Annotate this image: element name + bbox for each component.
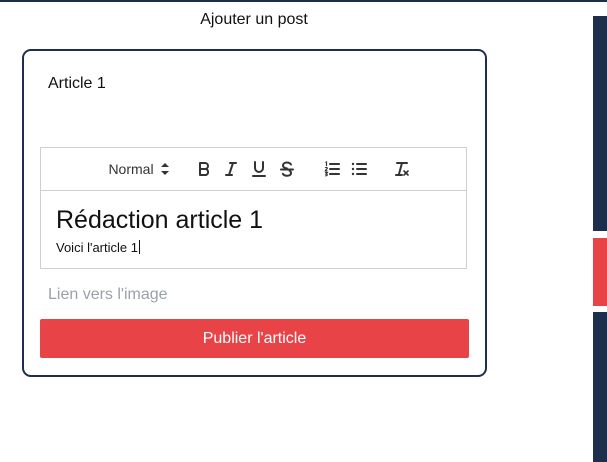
strike-icon	[280, 161, 294, 177]
post-form-card: Normal	[22, 49, 487, 377]
bold-icon	[199, 162, 210, 176]
underline-icon	[252, 161, 266, 177]
italic-icon	[225, 162, 237, 176]
editor-paragraph-text: Voici l'article 1	[56, 240, 138, 255]
header-format-label: Normal	[108, 161, 154, 177]
editor-heading[interactable]: Rédaction article 1	[56, 205, 451, 235]
bullet-list-button[interactable]	[348, 158, 370, 180]
clean-format-icon	[395, 162, 409, 176]
side-bar-segment-top	[593, 16, 607, 231]
text-caret	[138, 240, 140, 254]
image-link-input[interactable]	[48, 286, 448, 304]
page-title: Ajouter un post	[200, 11, 308, 28]
article-title-input[interactable]	[48, 75, 448, 93]
ordered-list-button[interactable]	[321, 158, 343, 180]
editor-paragraph[interactable]: Voici l'article 1	[56, 239, 451, 257]
page: Ajouter un post Normal	[0, 0, 607, 462]
strike-button[interactable]	[276, 158, 298, 180]
ordered-list-icon	[324, 161, 340, 177]
editor-toolbar: Normal	[41, 148, 466, 191]
publish-article-button[interactable]: Publier l'article	[40, 319, 469, 358]
updown-arrows-icon	[160, 163, 169, 175]
header-format-select[interactable]: Normal	[105, 158, 173, 180]
editor-content[interactable]: Rédaction article 1 Voici l'article 1	[41, 191, 466, 257]
side-bar-segment-bottom	[593, 312, 607, 462]
side-bar	[593, 16, 607, 462]
italic-button[interactable]	[220, 158, 242, 180]
top-border	[0, 0, 607, 2]
side-bar-segment-accent[interactable]	[593, 238, 607, 306]
clean-format-button[interactable]	[391, 158, 413, 180]
bullet-list-icon	[351, 162, 367, 176]
rich-text-editor: Normal Rédaction article 1 Voici l'artic…	[40, 147, 467, 269]
bold-button[interactable]	[193, 158, 215, 180]
underline-button[interactable]	[248, 158, 270, 180]
